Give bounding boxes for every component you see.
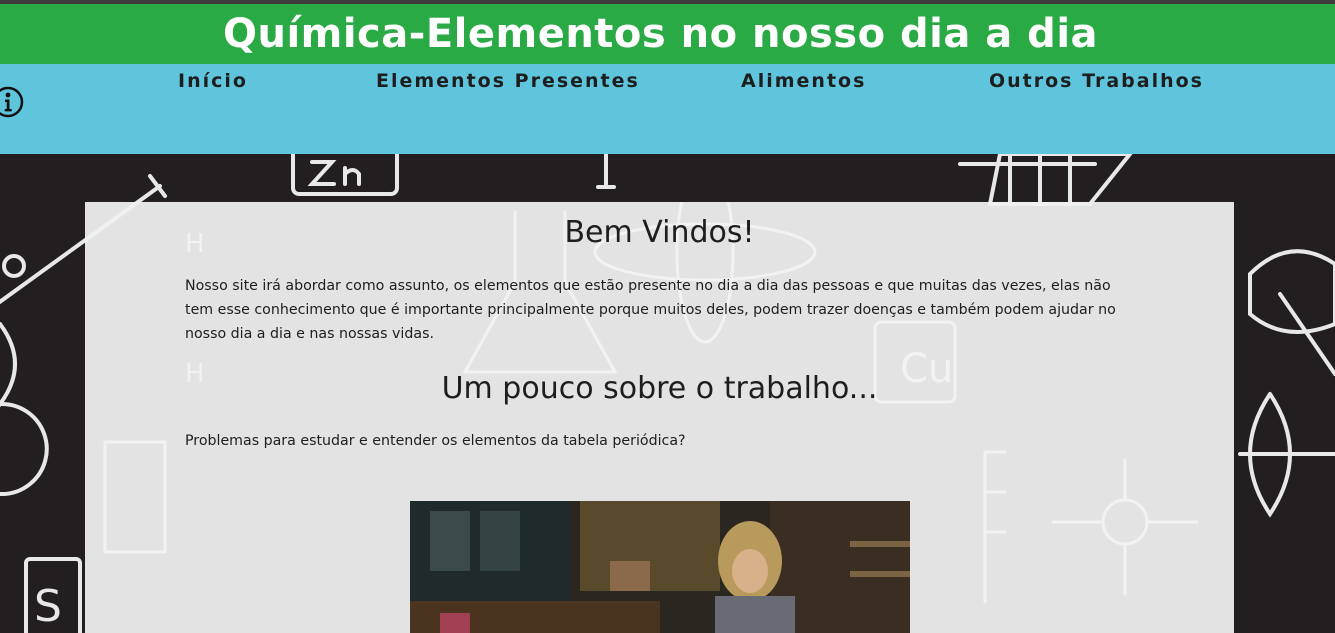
intro-paragraph: Nosso site irá abordar como assunto, os … [185, 278, 1116, 342]
main-nav: Início Elementos Presentes Alimentos Out… [0, 64, 1335, 154]
info-icon[interactable] [0, 84, 26, 120]
content-panel: H H Cu Bem Vindos! Nosso site irá aborda… [85, 202, 1234, 633]
nav-item-alimentos[interactable]: Alimentos [741, 70, 866, 92]
site-title: Química-Elementos no nosso dia a dia [222, 11, 1099, 57]
nav-item-outros-trabalhos[interactable]: Outros Trabalhos [989, 70, 1204, 92]
welcome-heading: Bem Vindos! [564, 215, 755, 250]
video-player[interactable] [410, 501, 910, 633]
nav-item-inicio[interactable]: Início [178, 70, 248, 92]
about-heading: Um pouco sobre o trabalho... [441, 371, 878, 406]
question-text: Problemas para estudar e entender os ele… [185, 433, 686, 449]
svg-text:S: S [34, 581, 62, 632]
nav-item-elementos-presentes[interactable]: Elementos Presentes [376, 70, 640, 92]
title-bar: Química-Elementos no nosso dia a dia [0, 4, 1335, 64]
